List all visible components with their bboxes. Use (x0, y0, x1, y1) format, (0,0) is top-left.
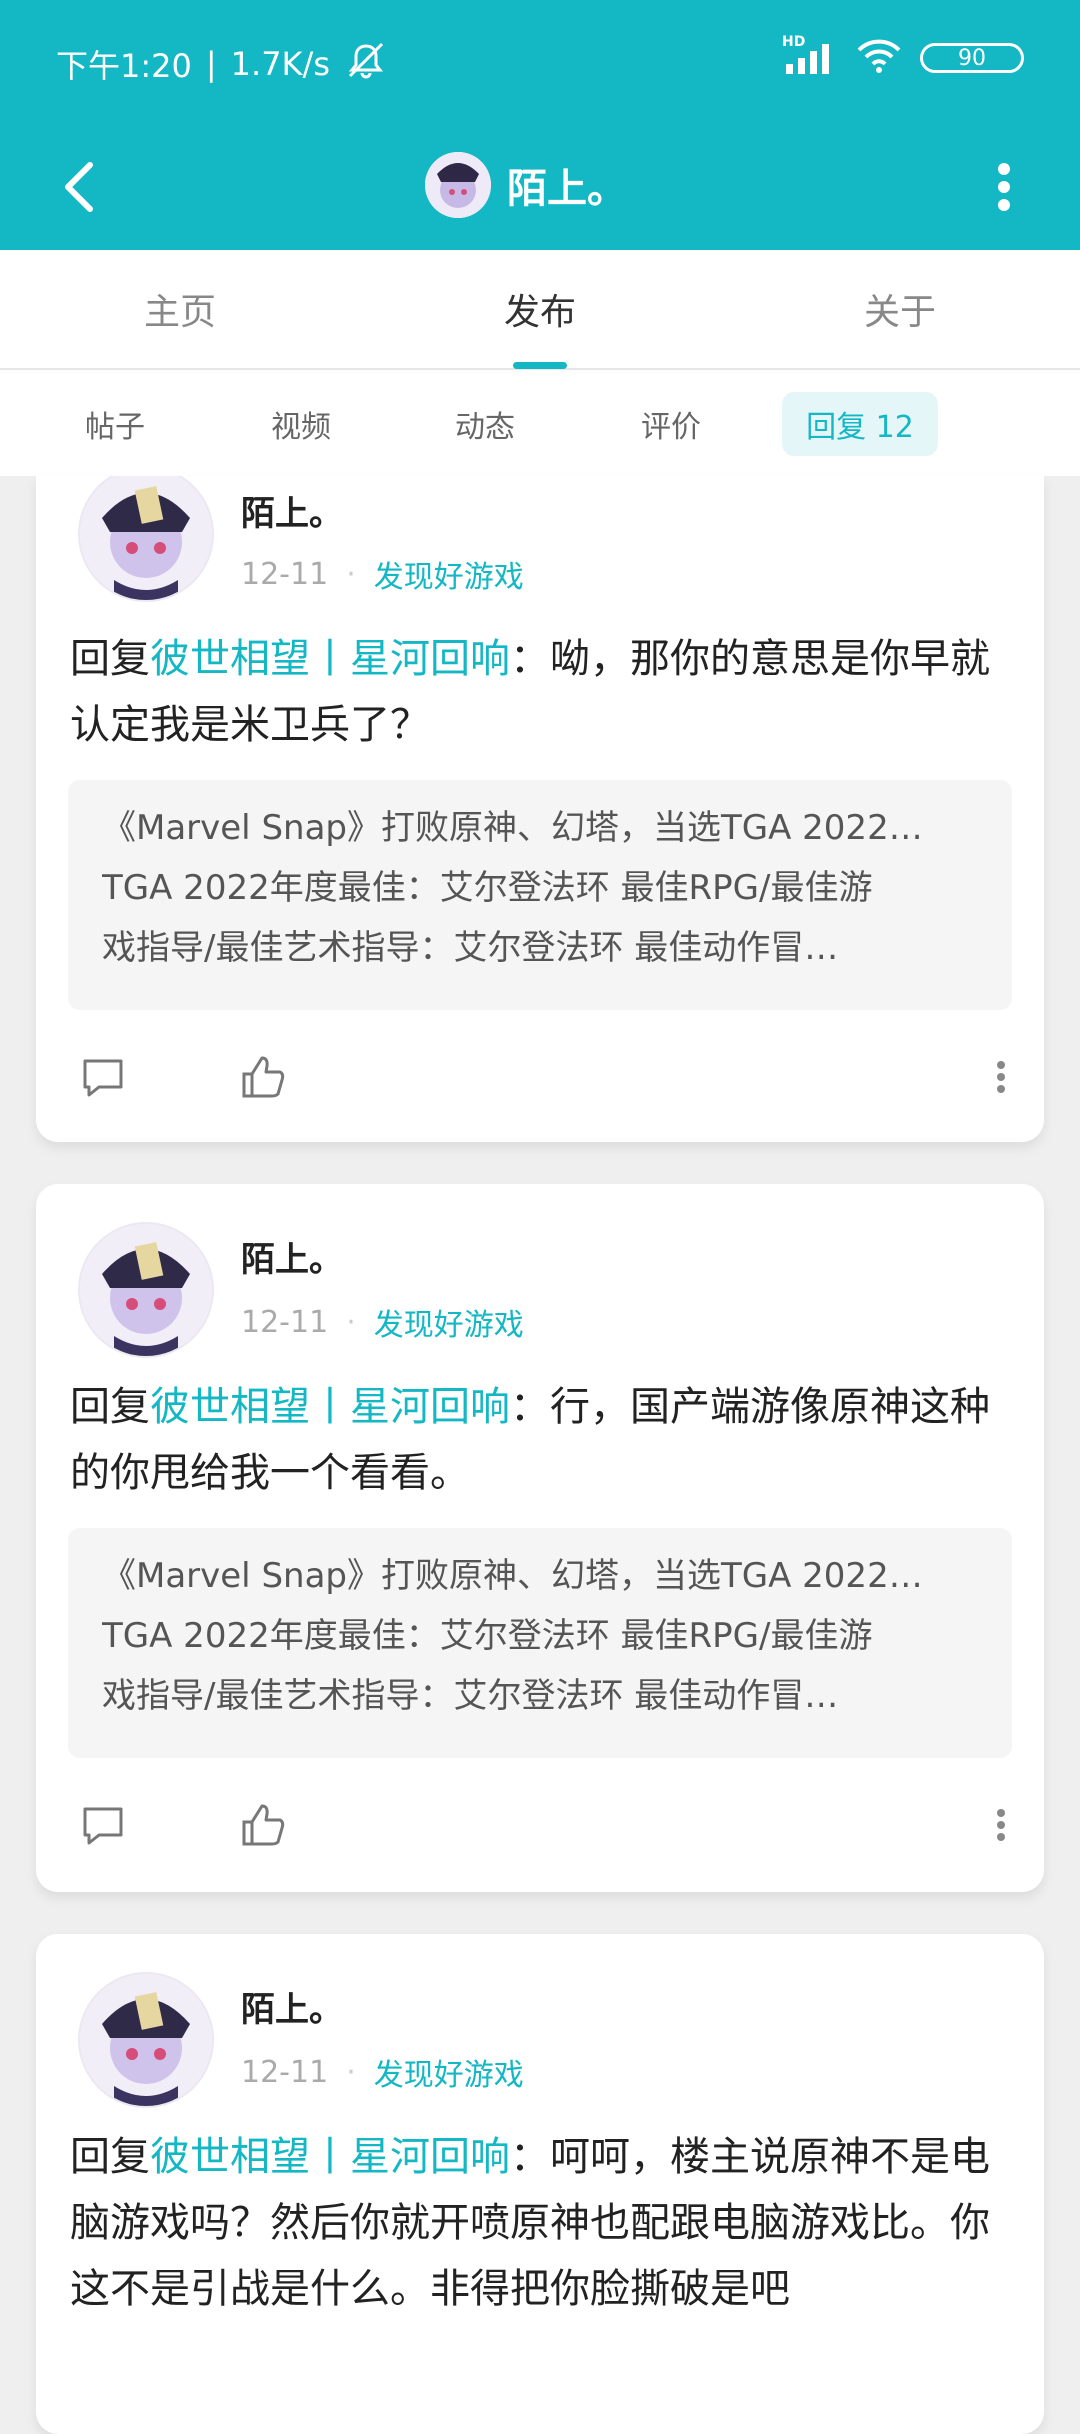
reply-prefix: 回复 (70, 1384, 150, 1430)
header-profile[interactable]: 陌上。 (425, 135, 627, 235)
tab-indicator (513, 362, 567, 369)
user-name[interactable]: 陌上。 (241, 1232, 343, 1281)
post-meta: 12-11 · 发现好游戏 (241, 552, 524, 596)
post-date: 12-11 (241, 556, 329, 592)
chevron-left-icon (65, 162, 93, 212)
comment-button[interactable] (68, 1042, 138, 1112)
post-meta: 12-11 · 发现好游戏 (241, 2050, 524, 2094)
back-button[interactable] (40, 147, 120, 227)
post-meta: 12-11 · 发现好游戏 (241, 1300, 524, 1344)
comment-icon (83, 1059, 123, 1097)
subtab-videos[interactable]: 视频 (246, 392, 356, 456)
more-vertical-icon (998, 163, 1010, 211)
subtab-posts[interactable]: 帖子 (60, 392, 170, 456)
meta-dot: · (346, 556, 356, 592)
meta-dot: · (346, 2054, 356, 2090)
status-time: 下午1:20 (56, 47, 192, 85)
user-name[interactable]: 陌上。 (241, 1982, 343, 2031)
like-button[interactable] (228, 1042, 298, 1112)
user-avatar[interactable] (78, 1972, 214, 2108)
reply-target-link[interactable]: 彼世相望丨星河回响 (150, 2134, 510, 2180)
reply-prefix: 回复 (70, 636, 150, 682)
subtab-reviews[interactable]: 评价 (616, 392, 726, 456)
page-title: 陌上。 (507, 166, 627, 212)
quote-line: 戏指导/最佳艺术指导：艾尔登法环 最佳动作冒… (102, 1676, 839, 1716)
signal-icon: HD (782, 34, 838, 76)
quote-line: TGA 2022年度最佳：艾尔登法环 最佳RPG/最佳游 (102, 868, 873, 908)
reply-target-link[interactable]: 彼世相望丨星河回响 (150, 1384, 510, 1430)
subtab-moments[interactable]: 动态 (430, 392, 540, 456)
quoted-post[interactable]: 《Marvel Snap》打败原神、幻塔，当选TGA 2022… TGA 202… (68, 780, 1012, 1010)
app-header: 下午1:20 | 1.7K/s HD 90 陌上。 (0, 0, 1080, 250)
quoted-post[interactable]: 《Marvel Snap》打败原神、幻塔，当选TGA 2022… TGA 202… (68, 1528, 1012, 1758)
reply-prefix: 回复 (70, 2134, 150, 2180)
hd-label: HD (782, 34, 806, 50)
status-separator: | (205, 45, 217, 83)
comment-button[interactable] (68, 1790, 138, 1860)
mute-bell-icon (344, 40, 388, 88)
status-right: HD 90 (782, 34, 1024, 78)
thumbs-up-icon (242, 1804, 285, 1846)
sub-tabs: 帖子 视频 动态 评价 回复 12 (0, 370, 1080, 476)
reply-card[interactable]: 陌上。 12-11 · 发现好游戏 回复彼世相望丨星河回响：呵呵，楼主说原神不是… (36, 1934, 1044, 2434)
reply-target-link[interactable]: 彼世相望丨星河回响 (150, 636, 510, 682)
post-date: 12-11 (241, 1304, 329, 1340)
wifi-icon (856, 38, 902, 78)
more-vertical-icon (997, 1809, 1005, 1841)
game-tag[interactable]: 发现好游戏 (374, 2050, 524, 2094)
reply-card[interactable]: 陌上。 12-11 · 发现好游戏 回复彼世相望丨星河回响：呦，那你的意思是你早… (36, 476, 1044, 1142)
quote-line: TGA 2022年度最佳：艾尔登法环 最佳RPG/最佳游 (102, 1616, 873, 1656)
quote-line: 《Marvel Snap》打败原神、幻塔，当选TGA 2022… (102, 1556, 923, 1596)
reply-content[interactable]: 回复彼世相望丨星河回响：行，国产端游像原神这种的你甩给我一个看看。 (70, 1374, 1020, 1506)
quote-line: 《Marvel Snap》打败原神、幻塔，当选TGA 2022… (102, 808, 923, 848)
header-avatar (425, 152, 491, 218)
user-avatar[interactable] (78, 476, 214, 602)
like-button[interactable] (228, 1790, 298, 1860)
post-date: 12-11 (241, 2054, 329, 2090)
more-vertical-icon (997, 1061, 1005, 1093)
user-name[interactable]: 陌上。 (241, 486, 343, 535)
battery-indicator: 90 (920, 43, 1024, 73)
status-speed: 1.7K/s (230, 45, 330, 83)
more-button[interactable] (964, 147, 1044, 227)
post-more-button[interactable] (966, 1042, 1036, 1112)
meta-dot: · (346, 1304, 356, 1340)
status-bar: 下午1:20 | 1.7K/s HD 90 (0, 0, 1080, 125)
reply-content[interactable]: 回复彼世相望丨星河回响：呵呵，楼主说原神不是电脑游戏吗？然后你就开喷原神也配跟电… (70, 2124, 1020, 2322)
reply-content[interactable]: 回复彼世相望丨星河回响：呦，那你的意思是你早就认定我是米卫兵了？ (70, 626, 1020, 758)
game-tag[interactable]: 发现好游戏 (374, 552, 524, 596)
reply-card[interactable]: 陌上。 12-11 · 发现好游戏 回复彼世相望丨星河回响：行，国产端游像原神这… (36, 1184, 1044, 1892)
main-tabs: 主页 发布 关于 (0, 250, 1080, 370)
user-avatar[interactable] (78, 1222, 214, 1358)
status-left: 下午1:20 | 1.7K/s (56, 40, 388, 88)
tab-home[interactable]: 主页 (0, 250, 360, 368)
comment-icon (83, 1807, 123, 1845)
quote-line: 戏指导/最佳艺术指导：艾尔登法环 最佳动作冒… (102, 928, 839, 968)
post-more-button[interactable] (966, 1790, 1036, 1860)
thumbs-up-icon (242, 1056, 285, 1098)
nav-bar: 陌上。 (0, 125, 1080, 250)
post-actions (36, 1042, 1044, 1112)
tab-publish[interactable]: 发布 (360, 250, 720, 368)
subtab-replies[interactable]: 回复 12 (782, 392, 938, 456)
post-actions (36, 1790, 1044, 1860)
tab-about[interactable]: 关于 (720, 250, 1080, 368)
game-tag[interactable]: 发现好游戏 (374, 1300, 524, 1344)
